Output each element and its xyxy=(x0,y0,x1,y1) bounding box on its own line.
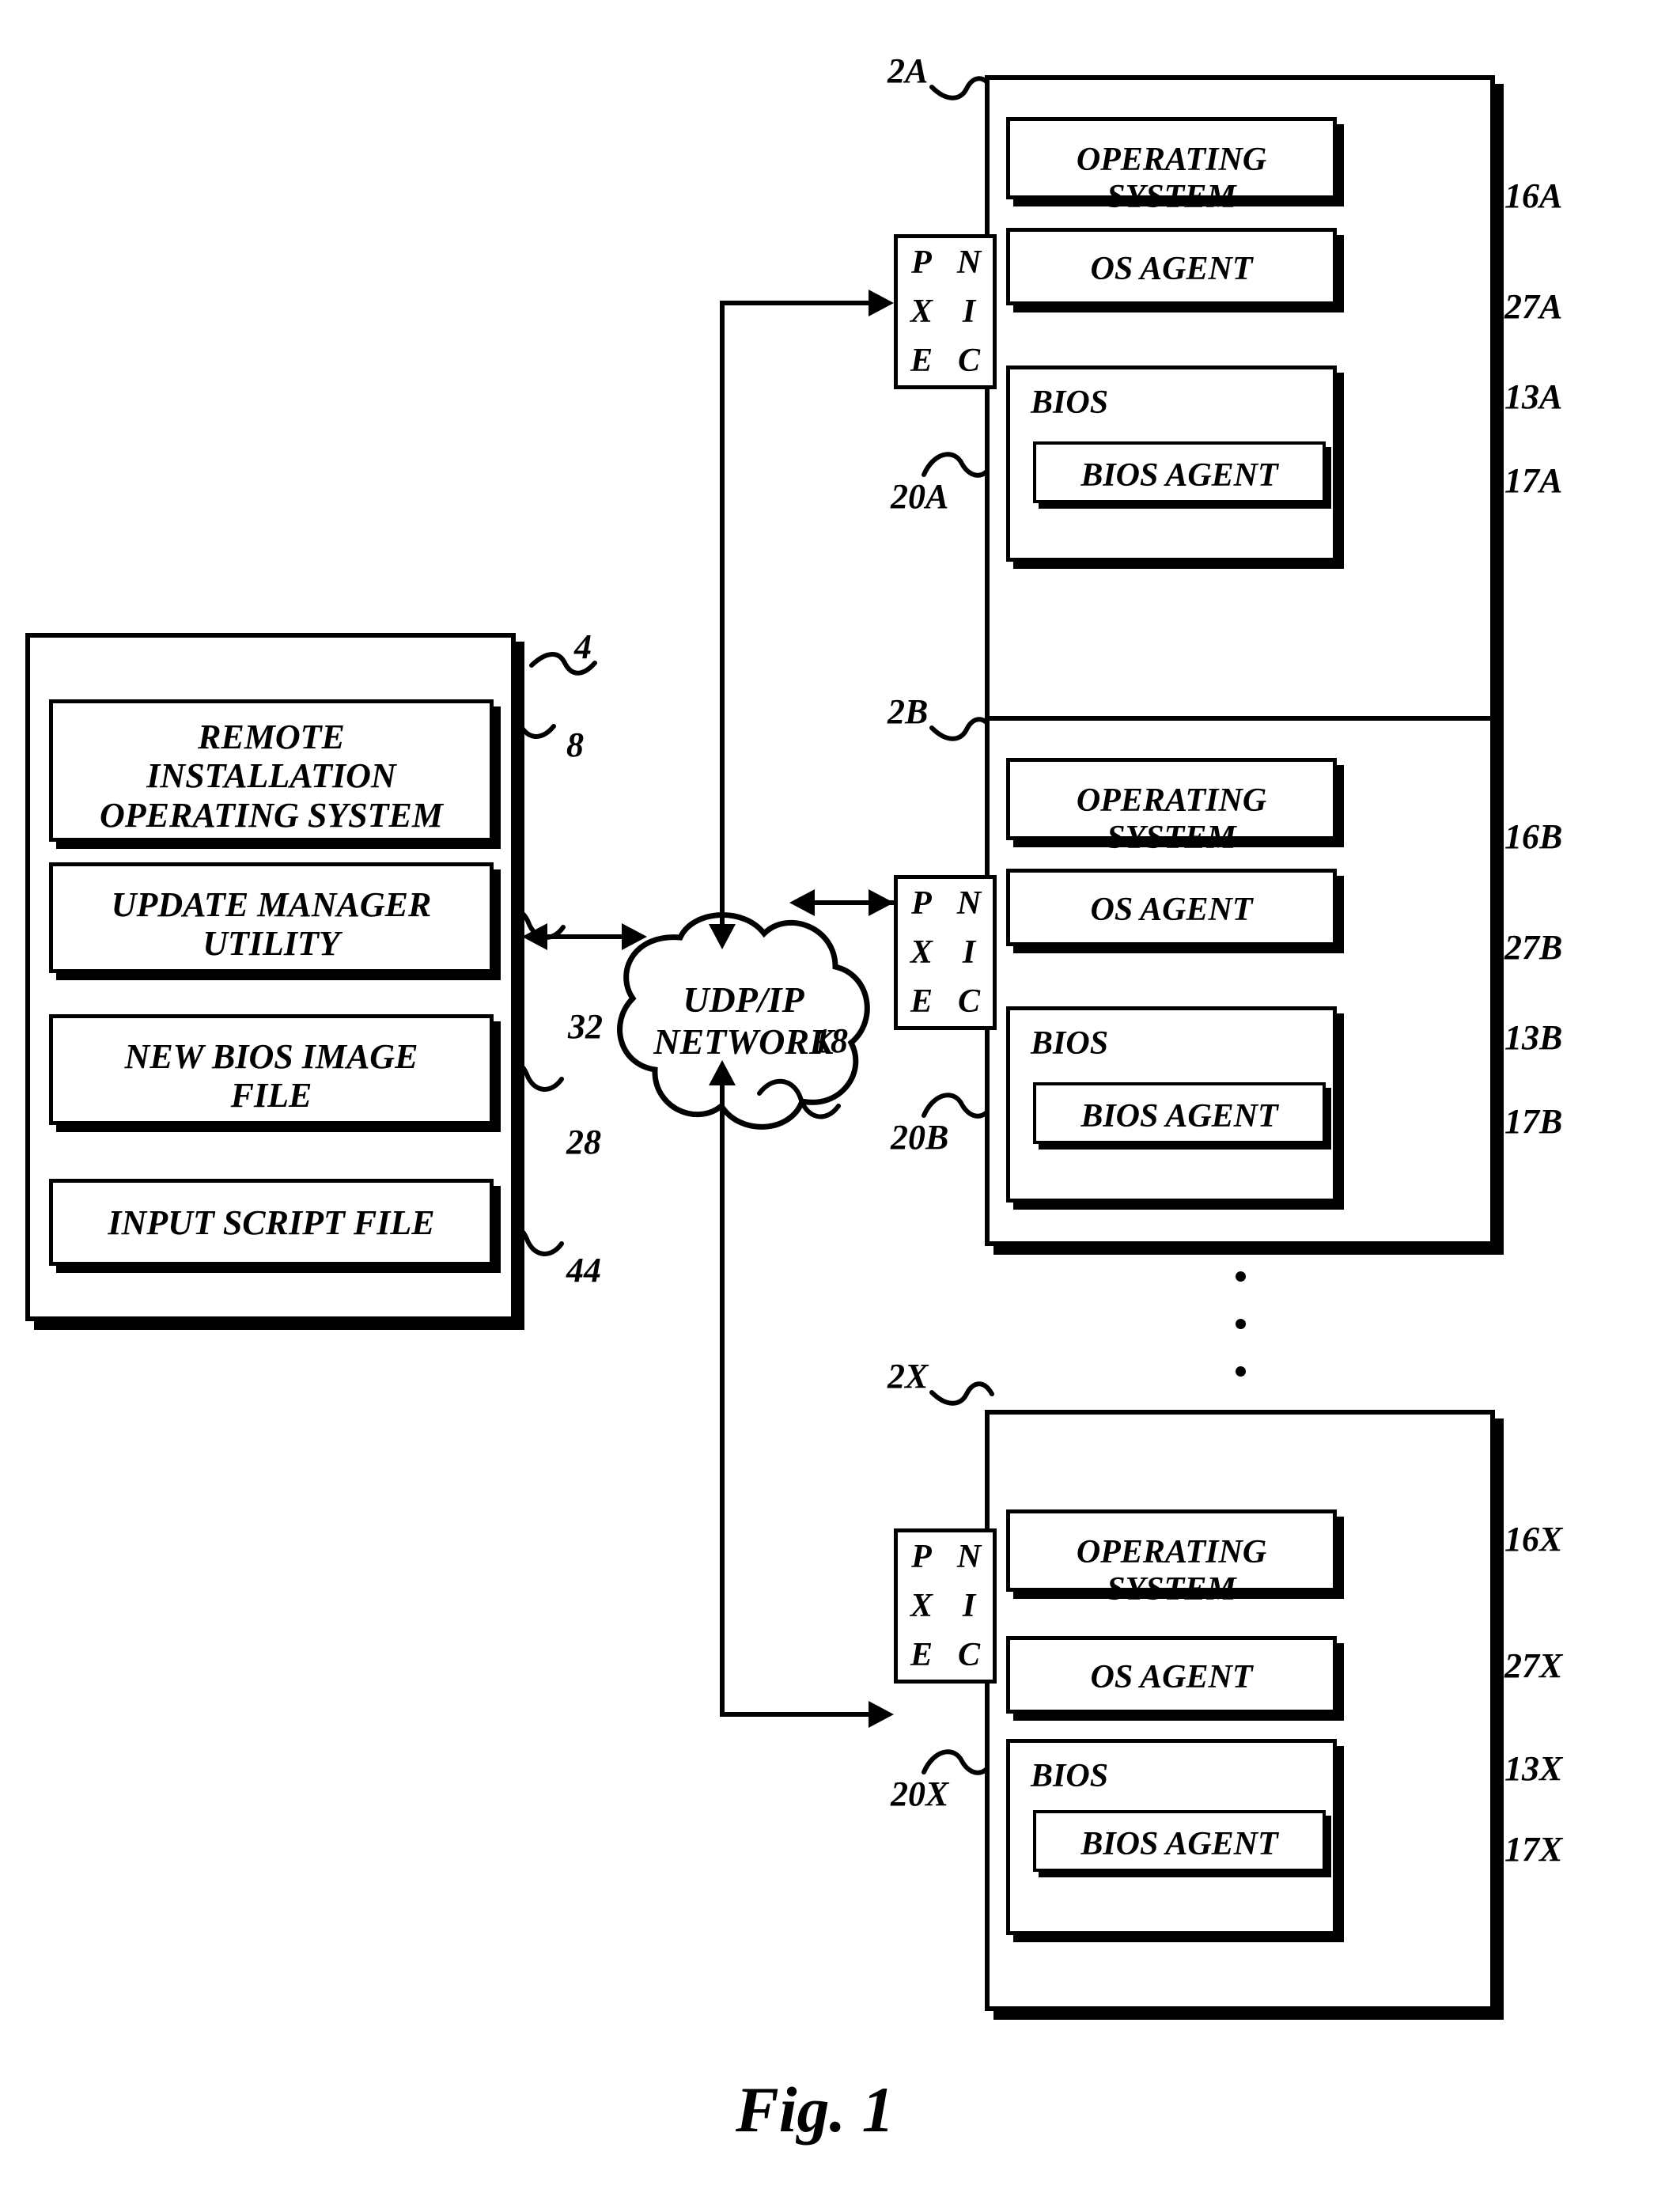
remote-installation-os-label: REMOTE INSTALLATION OPERATING SYSTEM xyxy=(100,718,443,835)
nic-letter-n: N xyxy=(956,1539,982,1575)
ref-27A: 27A xyxy=(1504,287,1563,326)
pxe-letter-e: E xyxy=(910,1637,933,1673)
client-b-bios-agent-label: BIOS AGENT xyxy=(1080,1098,1278,1134)
bus-arrow-into-cloud-top xyxy=(709,924,736,949)
server-network-arrow-left xyxy=(522,923,547,950)
ref-17A: 17A xyxy=(1504,461,1563,500)
client-x-bios-label: BIOS xyxy=(1031,1758,1109,1794)
client-a-bios-agent-box[interactable]: BIOS AGENT xyxy=(1033,441,1326,503)
client-a-os-label: OPERATING SYSTEM xyxy=(1076,142,1267,216)
ref-16A: 16A xyxy=(1504,176,1563,215)
bus-arrow-to-client-x xyxy=(869,1701,894,1728)
pxe-letter-e: E xyxy=(910,343,933,379)
server-network-arrow-right xyxy=(622,923,647,950)
ellipsis-dot-1 xyxy=(1236,1271,1246,1282)
ref-32: 32 xyxy=(568,1007,603,1046)
client-x-os-agent-label: OS AGENT xyxy=(1090,1659,1253,1695)
client-b-pxe-nic[interactable]: P X E N I C xyxy=(894,875,997,1030)
client-b-os-label: OPERATING SYSTEM xyxy=(1076,782,1267,857)
nic-letter-c: C xyxy=(957,1637,980,1673)
nic-letter-n: N xyxy=(956,885,982,922)
ref-20B: 20B xyxy=(891,1118,949,1157)
client-b-os-agent-label: OS AGENT xyxy=(1090,892,1253,928)
ellipsis-dot-2 xyxy=(1236,1319,1246,1329)
new-bios-image-file-box[interactable]: NEW BIOS IMAGE FILE xyxy=(49,1014,494,1125)
bus-line-bottom xyxy=(720,1076,725,1717)
patent-figure-1: REMOTE INSTALLATION OPERATING SYSTEM UPD… xyxy=(0,0,1669,2212)
client-x-pxe-column: P X E xyxy=(898,1532,945,1680)
pxe-letter-p: P xyxy=(911,244,932,281)
client-a-nic-column: N I C xyxy=(945,238,993,385)
ref-2B: 2B xyxy=(887,692,929,731)
client-b-nic-column: N I C xyxy=(945,879,993,1026)
bus-arrow-into-cloud-bottom xyxy=(709,1060,736,1085)
ref-13A: 13A xyxy=(1504,377,1563,416)
update-manager-utility-box[interactable]: UPDATE MANAGER UTILITY xyxy=(49,862,494,973)
ref-8: 8 xyxy=(566,725,584,764)
ref-28: 28 xyxy=(566,1123,601,1161)
client-x-os-agent-box[interactable]: OS AGENT xyxy=(1006,1636,1337,1714)
bus-arrow-to-client-a xyxy=(869,290,894,316)
client-b-bios-agent-box[interactable]: BIOS AGENT xyxy=(1033,1082,1326,1144)
ref-13X: 13X xyxy=(1504,1749,1563,1788)
client-a-os-box[interactable]: OPERATING SYSTEM xyxy=(1006,117,1337,215)
client-b-pxe-column: P X E xyxy=(898,879,945,1026)
client-x-os-box[interactable]: OPERATING SYSTEM xyxy=(1006,1509,1337,1608)
client-b-os-box[interactable]: OPERATING SYSTEM xyxy=(1006,758,1337,856)
ref-17X: 17X xyxy=(1504,1830,1563,1869)
nic-letter-n: N xyxy=(956,244,982,281)
ref-27X: 27X xyxy=(1504,1646,1563,1685)
client-b-os-agent-box[interactable]: OS AGENT xyxy=(1006,869,1337,946)
pxe-letter-e: E xyxy=(910,983,933,1020)
pxe-letter-x: X xyxy=(910,1588,933,1624)
client-a-pxe-nic[interactable]: P X E N I C xyxy=(894,234,997,389)
pxe-letter-p: P xyxy=(911,885,932,922)
ref-16B: 16B xyxy=(1504,817,1563,856)
ref-44: 44 xyxy=(566,1251,601,1290)
bus-line-bottom-horizontal xyxy=(720,1712,878,1717)
client-x-pxe-nic[interactable]: P X E N I C xyxy=(894,1528,997,1684)
nic-letter-c: C xyxy=(957,343,980,379)
ref-20A: 20A xyxy=(891,477,949,516)
nic-letter-c: C xyxy=(957,983,980,1020)
ref-4: 4 xyxy=(574,627,592,666)
pxe-letter-x: X xyxy=(910,934,933,971)
client-b-bios-label: BIOS xyxy=(1031,1025,1109,1062)
input-script-file-box[interactable]: INPUT SCRIPT FILE xyxy=(49,1179,494,1266)
ref-16X: 16X xyxy=(1504,1520,1563,1559)
client-a-bios-agent-label: BIOS AGENT xyxy=(1080,457,1278,494)
figure-caption: Fig. 1 xyxy=(736,2074,895,2146)
bus-arrow-to-client-b xyxy=(869,889,894,916)
input-script-file-label: INPUT SCRIPT FILE xyxy=(108,1203,435,1242)
ref-27B: 27B xyxy=(1504,928,1563,967)
ref-17B: 17B xyxy=(1504,1102,1563,1141)
client-a-pxe-column: P X E xyxy=(898,238,945,385)
bus-line-top-horizontal xyxy=(720,301,878,305)
client-x-bios-agent-box[interactable]: BIOS AGENT xyxy=(1033,1810,1326,1872)
nic-letter-i: I xyxy=(962,1588,976,1624)
ref-2A: 2A xyxy=(887,51,929,90)
ref-20X: 20X xyxy=(891,1775,949,1813)
new-bios-image-file-label: NEW BIOS IMAGE FILE xyxy=(124,1037,418,1115)
ellipsis-dot-3 xyxy=(1236,1366,1246,1377)
client-a-bios-label: BIOS xyxy=(1031,384,1109,421)
ref-18: 18 xyxy=(813,1021,848,1060)
client-x-nic-column: N I C xyxy=(945,1532,993,1680)
client-x-bios-agent-label: BIOS AGENT xyxy=(1080,1826,1278,1862)
ref-13B: 13B xyxy=(1504,1018,1563,1057)
bus-arrow-cloud-b-left xyxy=(789,889,815,916)
bus-line-top xyxy=(720,301,725,934)
client-a-os-agent-label: OS AGENT xyxy=(1090,251,1253,287)
nic-letter-i: I xyxy=(962,934,976,971)
client-a-os-agent-box[interactable]: OS AGENT xyxy=(1006,228,1337,305)
update-manager-utility-label: UPDATE MANAGER UTILITY xyxy=(111,885,432,964)
pxe-letter-x: X xyxy=(910,294,933,330)
pxe-letter-p: P xyxy=(911,1539,932,1575)
nic-letter-i: I xyxy=(962,294,976,330)
client-x-os-label: OPERATING SYSTEM xyxy=(1076,1534,1267,1608)
ref-2X: 2X xyxy=(887,1357,929,1396)
remote-installation-os-box[interactable]: REMOTE INSTALLATION OPERATING SYSTEM xyxy=(49,699,494,842)
